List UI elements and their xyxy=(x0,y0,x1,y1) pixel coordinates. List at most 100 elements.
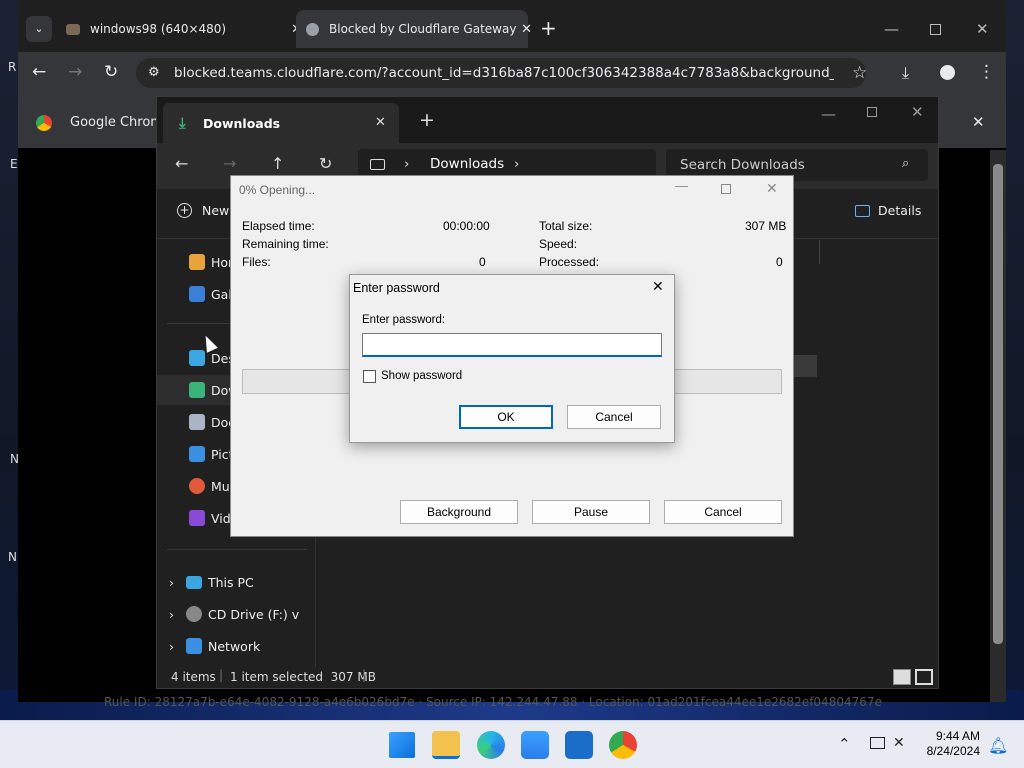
ok-button[interactable]: OK xyxy=(459,405,553,429)
videos-icon xyxy=(189,510,205,526)
show-password-checkbox[interactable] xyxy=(363,370,376,383)
reload-icon[interactable]: ↻ xyxy=(104,62,118,82)
store-icon[interactable] xyxy=(521,731,549,759)
desktop-icon-label: R xyxy=(8,60,17,74)
site-info-icon[interactable]: ⚙ xyxy=(148,65,160,80)
tiles-view-icon[interactable] xyxy=(915,669,933,685)
status-bar: 4 items | 1 item selected 307 MB | xyxy=(157,667,938,689)
new-tab-icon[interactable]: + xyxy=(540,18,557,38)
page-scrollbar[interactable] xyxy=(990,150,1006,702)
minimize-icon[interactable]: — xyxy=(675,178,688,193)
total-size-value: 307 MB xyxy=(745,219,787,233)
minimize-icon[interactable]: — xyxy=(821,105,836,123)
infobar-close-icon[interactable]: ✕ xyxy=(972,113,985,131)
maximize-icon[interactable] xyxy=(930,24,941,35)
chevron-right-icon[interactable]: › xyxy=(514,156,519,172)
pause-button[interactable]: Pause xyxy=(532,500,650,524)
tab-blocked[interactable]: Blocked by Cloudflare Gateway ✕ xyxy=(296,10,532,48)
cancel-button[interactable]: Cancel xyxy=(664,500,782,524)
tree-item-network[interactable]: › Network xyxy=(157,631,315,661)
cancel-button[interactable]: Cancel xyxy=(567,405,661,429)
column-divider[interactable] xyxy=(819,240,820,264)
gallery-icon xyxy=(189,286,205,302)
chevron-up-icon[interactable]: ⌃ xyxy=(838,735,851,753)
tab-label: windows98 (640×480) xyxy=(90,22,227,36)
bookmark-star-icon[interactable]: ☆ xyxy=(852,63,867,83)
details-label: Details xyxy=(878,203,922,218)
breadcrumb-item[interactable]: Downloads xyxy=(430,156,504,172)
taskbar: ⌃ ✕ 9:44 AM 8/24/2024 🔔︎ xyxy=(0,720,1024,768)
cd-drive-icon xyxy=(186,606,202,622)
close-tab-icon[interactable]: ✕ xyxy=(521,22,532,37)
chevron-right-icon[interactable]: › xyxy=(169,575,174,590)
total-size-label: Total size: xyxy=(539,219,593,233)
new-button[interactable]: + New xyxy=(177,203,229,218)
new-tab-icon[interactable]: + xyxy=(419,109,435,131)
minimize-icon[interactable]: — xyxy=(884,20,899,38)
close-icon[interactable]: ✕ xyxy=(652,278,664,295)
dialog-title: 0% Opening... xyxy=(239,183,316,197)
back-icon[interactable]: ← xyxy=(32,62,46,82)
outlook-icon[interactable] xyxy=(565,731,593,759)
home-icon xyxy=(189,254,205,270)
edge-icon[interactable] xyxy=(477,731,505,759)
tab-label: Blocked by Cloudflare Gateway xyxy=(329,22,517,36)
details-button[interactable]: Details xyxy=(855,203,921,218)
elapsed-label: Elapsed time: xyxy=(242,219,315,233)
forward-icon[interactable]: → xyxy=(68,62,82,82)
speed-label: Speed: xyxy=(539,237,578,251)
password-input[interactable] xyxy=(362,333,662,357)
chevron-right-icon[interactable]: › xyxy=(169,607,174,622)
maximize-icon[interactable] xyxy=(721,184,731,194)
start-icon[interactable] xyxy=(389,732,415,758)
file-explorer-icon[interactable] xyxy=(432,731,460,759)
plus-icon: + xyxy=(177,203,192,218)
desktop-icon-label: N xyxy=(8,550,17,564)
close-icon[interactable]: ✕ xyxy=(766,180,778,197)
tab-windows98[interactable]: windows98 (640×480) ✕ xyxy=(56,10,302,48)
search-placeholder: Search Downloads xyxy=(680,157,805,173)
refresh-icon[interactable]: ↻ xyxy=(319,154,332,173)
status-selection: 1 item selected 307 MB xyxy=(230,670,376,684)
explorer-tab-label: Downloads xyxy=(203,115,281,131)
chrome-icon[interactable] xyxy=(609,731,637,759)
close-window-icon[interactable]: ✕ xyxy=(911,103,924,121)
explorer-tab-strip: ⤓ Downloads ✕ + — ✕ xyxy=(157,97,938,143)
details-pane-icon xyxy=(855,204,870,217)
scrollbar-thumb[interactable] xyxy=(993,164,1003,644)
tree-item-this-pc[interactable]: › This PC xyxy=(157,567,315,597)
rule-id-text: Rule ID: 28127a7b-e64e-4082-9128-a4e6b02… xyxy=(104,695,882,709)
clock-time: 9:44 AM xyxy=(935,729,980,743)
menu-icon[interactable]: ⋮ xyxy=(978,62,995,82)
globe-icon xyxy=(306,22,319,36)
clock[interactable]: 9:44 AM 8/24/2024 xyxy=(927,729,980,759)
status-item-count: 4 items xyxy=(171,670,216,684)
close-window-icon[interactable]: ✕ xyxy=(976,20,989,38)
profile-icon[interactable] xyxy=(940,65,955,80)
network-tray-icon[interactable] xyxy=(870,737,885,749)
address-bar[interactable]: ⚙ blocked.teams.cloudflare.com/?account_… xyxy=(136,58,866,88)
chevron-right-icon[interactable]: › xyxy=(169,639,174,654)
maximize-icon[interactable] xyxy=(867,107,877,117)
elapsed-value: 00:00:00 xyxy=(443,219,490,233)
details-view-icon[interactable] xyxy=(893,669,911,685)
background-button[interactable]: Background xyxy=(400,500,518,524)
back-icon[interactable]: ← xyxy=(175,154,188,173)
tree-item-label: This PC xyxy=(208,574,254,590)
up-icon[interactable]: ↑ xyxy=(271,154,284,173)
downloads-icon[interactable]: ⤓ xyxy=(902,63,909,83)
notification-bell-icon[interactable]: 🔔︎ xyxy=(988,736,1008,755)
tree-item-cd-drive[interactable]: › CD Drive (F:) virt xyxy=(157,599,315,629)
tab-search-icon[interactable]: ⌄ xyxy=(26,16,52,42)
clock-date: 8/24/2024 xyxy=(926,744,980,758)
pc-icon xyxy=(186,575,202,589)
url-text: blocked.teams.cloudflare.com/?account_id… xyxy=(174,65,834,81)
processed-value: 0 xyxy=(776,255,783,269)
explorer-tab-downloads[interactable]: ⤓ Downloads ✕ xyxy=(163,103,399,143)
new-label: New xyxy=(202,203,230,218)
processed-label: Processed: xyxy=(539,255,600,269)
forward-icon[interactable]: → xyxy=(223,154,236,173)
files-value: 0 xyxy=(479,255,486,269)
close-tab-icon[interactable]: ✕ xyxy=(375,115,386,130)
volume-muted-icon[interactable]: ✕ xyxy=(893,735,905,751)
